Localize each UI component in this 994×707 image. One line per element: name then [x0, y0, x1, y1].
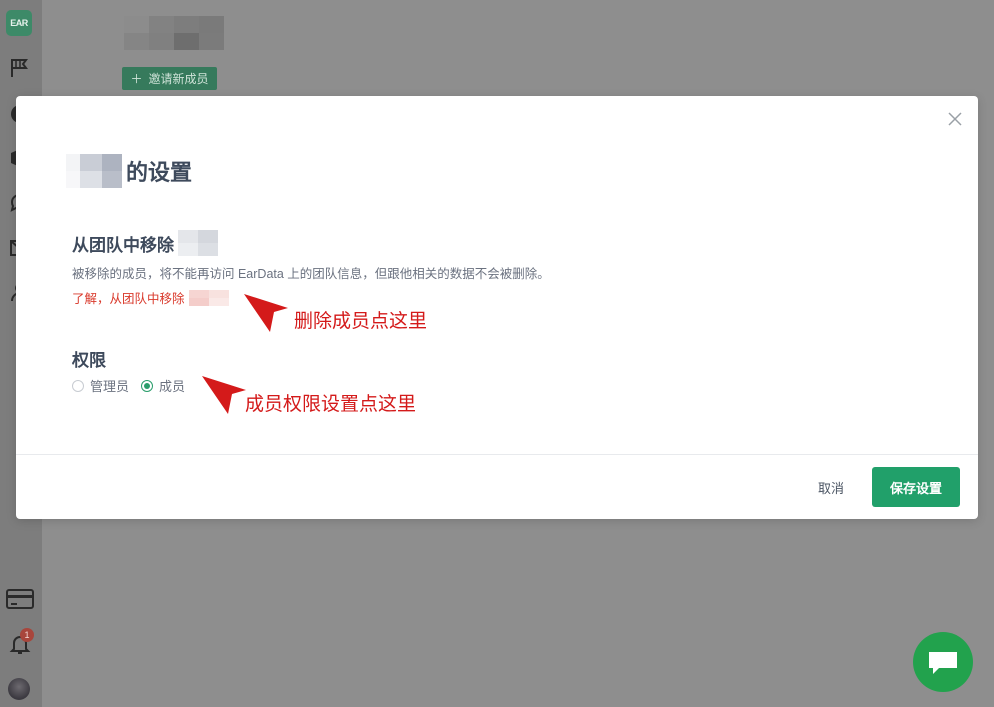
remove-link-text: 了解，从团队中移除: [72, 292, 185, 306]
invite-member-button[interactable]: ＋ 邀请新成员: [122, 67, 217, 90]
redacted-member-name: [188, 289, 229, 306]
role-admin-label: 管理员: [90, 379, 130, 394]
radio-member[interactable]: [141, 379, 154, 392]
role-radio-group: 管理员 成员: [72, 376, 197, 395]
redacted-team-name: [124, 16, 224, 50]
remove-member-link[interactable]: 了解，从团队中移除: [72, 288, 229, 307]
arrow-pointer-icon: [244, 294, 288, 332]
avatar[interactable]: [8, 678, 30, 700]
permission-section-title: 权限: [72, 351, 106, 370]
remove-hint-annotation: 删除成员点这里: [294, 311, 428, 332]
modal-title-text: 的设置: [126, 160, 193, 185]
remove-section-title: 从团队中移除: [72, 230, 218, 256]
chat-icon: [929, 652, 957, 674]
arrow-pointer-icon: [202, 376, 246, 414]
modal-title: 的设置: [66, 153, 192, 189]
credit-card-icon[interactable]: [6, 585, 34, 613]
member-settings-modal: 的设置 从团队中移除 被移除的成员，将不能再访问 EarData 上的团队信息，…: [16, 96, 978, 519]
save-settings-button[interactable]: 保存设置: [872, 467, 960, 507]
redacted-member-name: [178, 230, 218, 256]
notification-badge: 1: [20, 628, 34, 642]
live-chat-button[interactable]: [913, 632, 973, 692]
app-logo[interactable]: EAR: [6, 10, 32, 36]
role-admin-option[interactable]: 管理员: [72, 376, 129, 395]
flag-icon[interactable]: [6, 54, 34, 82]
footer-divider: [16, 454, 978, 455]
invite-label: 邀请新成员: [148, 72, 209, 86]
remove-description: 被移除的成员，将不能再访问 EarData 上的团队信息，但跟他相关的数据不会被…: [72, 267, 550, 281]
cancel-button[interactable]: 取消: [802, 467, 860, 507]
close-icon[interactable]: [946, 110, 964, 128]
radio-admin[interactable]: [72, 379, 84, 392]
permission-hint-annotation: 成员权限设置点这里: [245, 394, 417, 415]
redacted-member-name: [66, 154, 122, 188]
remove-section-title-text: 从团队中移除: [72, 235, 174, 255]
role-member-label: 成员: [159, 379, 186, 394]
plus-icon: ＋: [130, 72, 143, 86]
role-member-option[interactable]: 成员: [141, 376, 185, 395]
